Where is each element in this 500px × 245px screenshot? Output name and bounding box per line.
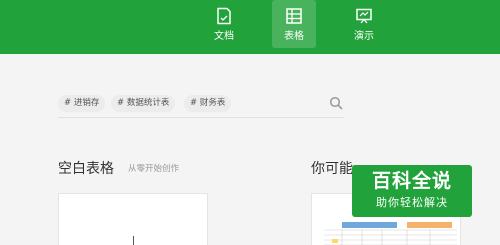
table-icon — [286, 8, 302, 24]
blank-sheet-card[interactable] — [58, 193, 208, 245]
search-tag-inventory[interactable]: # 进销存 — [58, 95, 106, 112]
tab-document[interactable]: 文档 — [202, 0, 246, 48]
page: 文档 表格 演示 # 进销存 # 数据统计表 # 财务表 空白表格 从零开始创作… — [0, 0, 500, 245]
watermark-title: 百科全说 — [371, 170, 452, 192]
search-tag-finance[interactable]: # 财务表 — [184, 95, 232, 112]
watermark-subtitle: 助你轻松解决 — [376, 196, 448, 209]
search-bar[interactable]: # 进销存 # 数据统计表 # 财务表 — [58, 88, 344, 118]
document-icon — [217, 7, 231, 25]
suggested-heading: 你可能 — [311, 161, 353, 177]
tab-spreadsheet[interactable]: 表格 — [272, 0, 316, 48]
tab-spreadsheet-label: 表格 — [284, 31, 304, 42]
search-tag-statistics[interactable]: # 数据统计表 — [111, 95, 176, 112]
presentation-icon — [356, 8, 372, 24]
search-icon[interactable] — [329, 96, 343, 110]
blank-sheet-subtitle: 从零开始创作 — [128, 164, 180, 174]
blank-sheet-heading: 空白表格 — [58, 161, 114, 177]
top-navigation-bar: 文档 表格 演示 — [0, 0, 500, 54]
tab-document-label: 文档 — [214, 31, 234, 42]
text-cursor — [133, 236, 134, 245]
watermark-logo: 百科全说 助你轻松解决 — [352, 165, 472, 217]
tab-presentation-label: 演示 — [354, 31, 374, 42]
tab-presentation[interactable]: 演示 — [342, 0, 386, 48]
